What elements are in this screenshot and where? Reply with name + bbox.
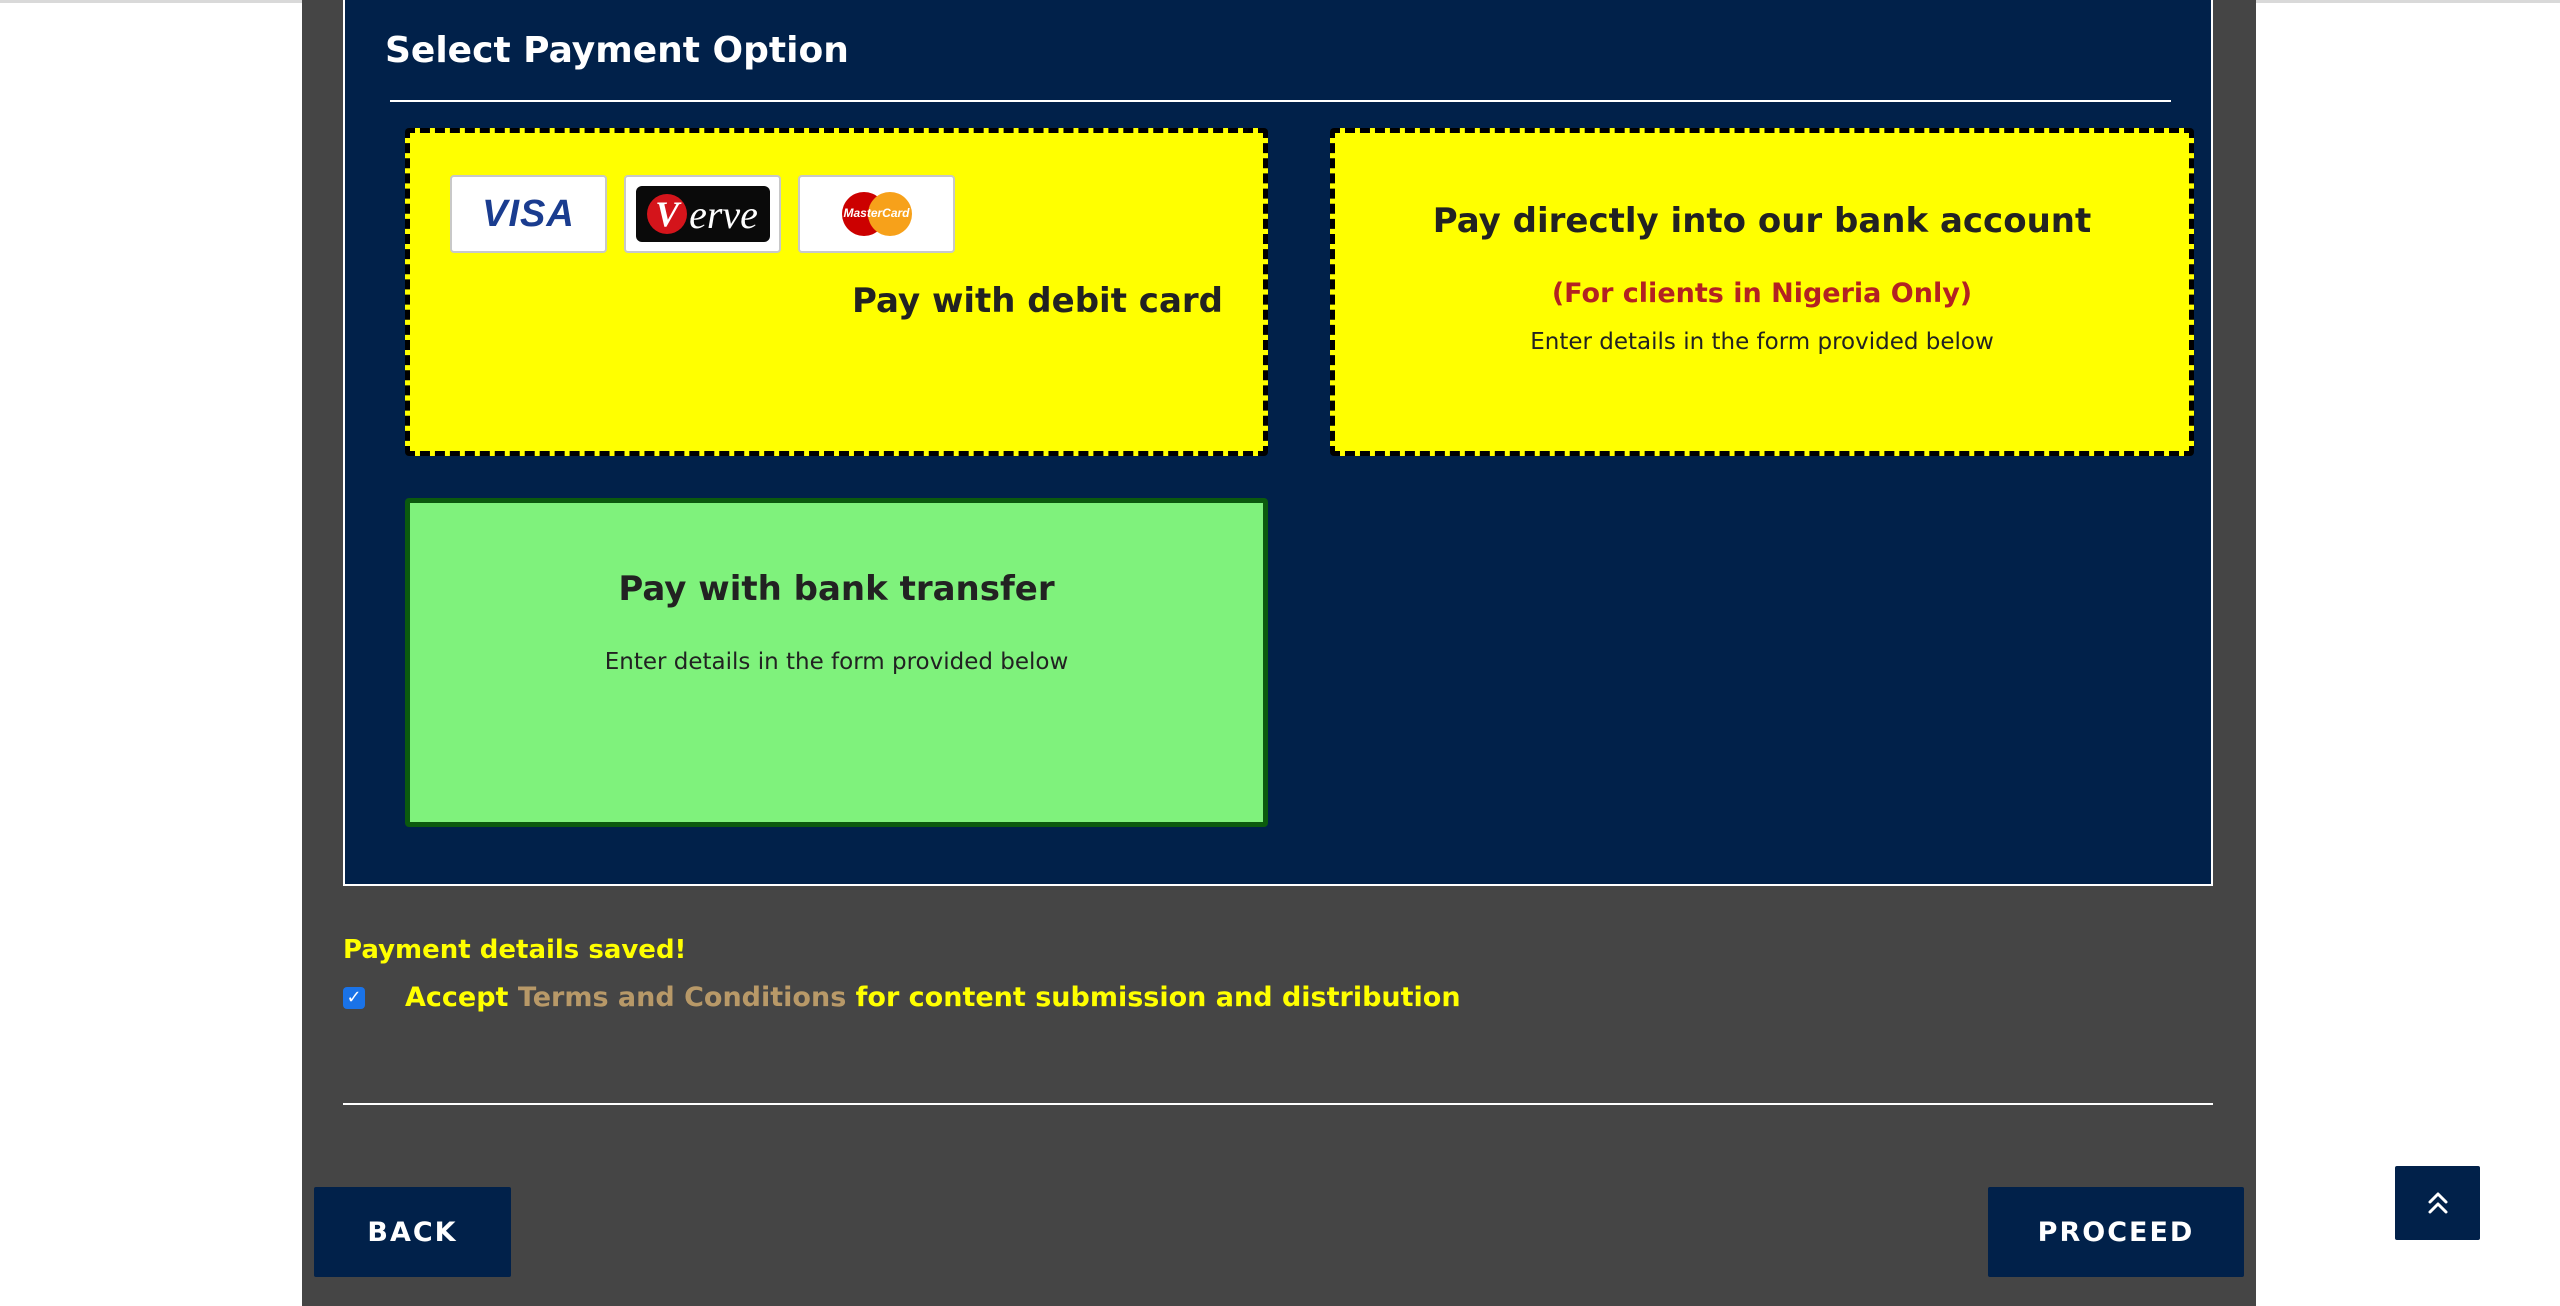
bank-transfer-option[interactable]: Pay with bank transfer Enter details in … <box>405 498 1268 827</box>
bank-transfer-subtitle: Enter details in the form provided below <box>604 649 1069 675</box>
direct-bank-option[interactable]: Pay directly into our bank account (For … <box>1330 128 2194 456</box>
direct-bank-note: (For clients in Nigeria Only) <box>1551 278 1973 309</box>
direct-bank-title: Pay directly into our bank account <box>1432 201 2092 241</box>
check-icon: ✓ <box>346 987 362 1008</box>
back-button[interactable]: BACK <box>314 1187 511 1277</box>
terms-row: ✓ Accept Terms and Conditions for conten… <box>343 982 1461 1013</box>
debit-card-label: Pay with debit card <box>852 281 1223 321</box>
card-logos: VISA V erve MasterCard <box>450 175 955 253</box>
scroll-to-top-button[interactable] <box>2395 1166 2480 1240</box>
direct-bank-subtitle: Enter details in the form provided below <box>1530 329 1994 355</box>
payment-option-section: Select Payment Option VISA V erve Master… <box>343 0 2213 886</box>
terms-prefix: Accept <box>405 982 518 1013</box>
proceed-button[interactable]: PROCEED <box>1988 1187 2244 1277</box>
visa-logo: VISA <box>450 175 607 253</box>
mastercard-logo: MasterCard <box>798 175 955 253</box>
verve-logo: V erve <box>624 175 781 253</box>
double-chevron-up-icon <box>2428 1192 2447 1214</box>
section-title: Select Payment Option <box>385 30 849 71</box>
bottom-divider <box>343 1103 2213 1105</box>
verve-mark-icon: V <box>647 194 688 234</box>
saved-status-message: Payment details saved! <box>343 935 687 965</box>
terms-checkbox[interactable]: ✓ <box>343 986 365 1009</box>
terms-link[interactable]: Terms and Conditions <box>518 982 846 1013</box>
terms-label: Accept Terms and Conditions for content … <box>405 982 1461 1013</box>
terms-suffix: for content submission and distribution <box>846 982 1461 1013</box>
debit-card-option[interactable]: VISA V erve MasterCard Pay with debit ca… <box>405 128 1268 456</box>
bank-transfer-title: Pay with bank transfer <box>618 569 1055 609</box>
title-divider <box>390 100 2171 102</box>
